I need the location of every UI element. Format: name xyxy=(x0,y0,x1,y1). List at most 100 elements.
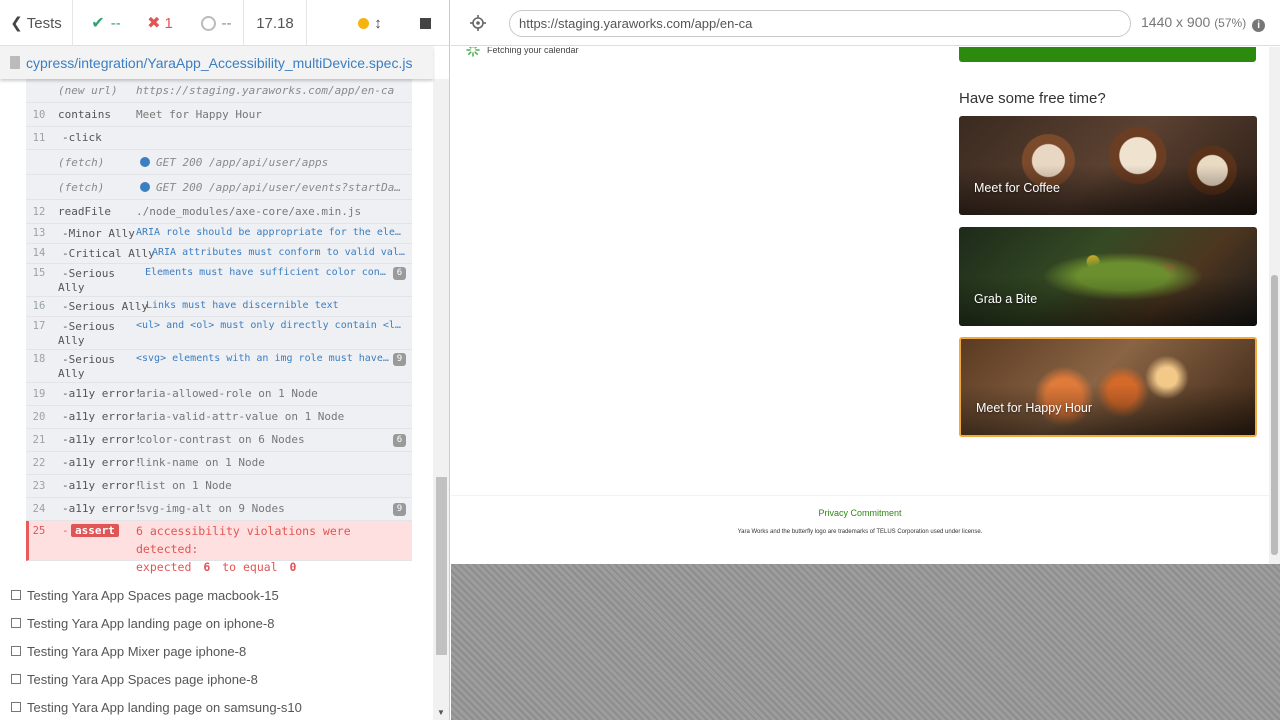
spec-path-label: cypress/integration/YaraApp_Accessibilit… xyxy=(26,54,413,71)
command-message-text: GET 200 /app/api/user/apps xyxy=(156,156,329,169)
test-item[interactable]: Testing Yara App landing page on iphone-… xyxy=(0,609,433,637)
command-row[interactable]: 22 -a11y error! link-name on 1 Node xyxy=(26,452,412,475)
test-checkbox-icon xyxy=(11,618,21,628)
command-number: 22 xyxy=(32,457,46,469)
command-number: 24 xyxy=(32,503,46,515)
meet-for-coffee-card[interactable]: Meet for Coffee xyxy=(959,116,1257,215)
command-number: 14 xyxy=(32,247,46,259)
card-label: Grab a Bite xyxy=(974,292,1038,306)
command-name: (fetch) xyxy=(58,181,105,194)
command-message: link-name on 1 Node xyxy=(139,456,265,469)
command-message: list on 1 Node xyxy=(139,479,232,492)
passed-count: -- xyxy=(110,14,121,32)
command-name: -a11y error! xyxy=(62,387,142,400)
duration-value: 17.18 xyxy=(256,14,294,32)
command-row[interactable]: 16 -Serious Ally Links must have discern… xyxy=(26,297,412,317)
scrollbar-thumb[interactable] xyxy=(436,477,447,655)
command-name: readFile xyxy=(58,205,111,218)
command-row[interactable]: 23 -a11y error! list on 1 Node xyxy=(26,475,412,498)
test-title: Testing Yara App Mixer page iphone-8 xyxy=(27,643,247,659)
test-checkbox-icon xyxy=(11,702,21,712)
stop-square-icon xyxy=(419,17,431,29)
trademark-text: Yara Works and the butterfly logo are tr… xyxy=(737,529,983,535)
meet-for-happy-hour-card[interactable]: Meet for Happy Hour xyxy=(959,337,1257,437)
back-to-tests-button[interactable]: ❮ Tests xyxy=(0,0,72,46)
command-row[interactable]: 17 -Serious Ally <ul> and <ol> must only… xyxy=(26,317,412,350)
x-icon: ✖ xyxy=(147,15,161,32)
command-name: (new url) xyxy=(58,84,118,97)
command-number: 11 xyxy=(32,132,46,144)
tests-list: Testing Yara App Spaces page macbook-15 … xyxy=(0,581,433,720)
command-name: -Serious Ally xyxy=(62,300,149,313)
count-badge: 6 xyxy=(393,434,406,447)
reporter-scrollbar[interactable]: ▼ xyxy=(433,79,449,720)
count-badge: 9 xyxy=(393,353,406,366)
grab-a-bite-card[interactable]: Grab a Bite xyxy=(959,227,1257,326)
command-number: 19 xyxy=(32,388,46,400)
command-number: 13 xyxy=(32,227,46,239)
command-row[interactable]: (fetch) GET 200 /app/api/user/apps xyxy=(26,150,412,175)
command-row[interactable]: 12 readFile ./node_modules/axe-core/axe.… xyxy=(26,200,412,224)
command-number: 20 xyxy=(32,411,46,423)
command-number: 12 xyxy=(32,206,46,218)
test-item[interactable]: Testing Yara App Spaces page iphone-8 xyxy=(0,665,433,693)
primary-action-button[interactable] xyxy=(959,47,1256,62)
command-row[interactable]: 19 -a11y error! aria-allowed-role on 1 N… xyxy=(26,383,412,406)
test-checkbox-icon xyxy=(11,646,21,656)
test-item[interactable]: Testing Yara App landing page on samsung… xyxy=(0,693,433,720)
command-log: (new url) https://staging.yaraworks.com/… xyxy=(26,79,412,574)
scroll-down-arrow-icon[interactable]: ▼ xyxy=(437,708,445,717)
test-item[interactable]: Testing Yara App Spaces page macbook-15 xyxy=(0,581,433,609)
command-name-cont: Ally xyxy=(58,367,85,380)
command-message: aria-valid-attr-value on 1 Node xyxy=(139,410,345,423)
command-message: Meet for Happy Hour xyxy=(136,108,262,121)
command-row[interactable]: (fetch) GET 200 /app/api/user/events?sta… xyxy=(26,175,412,200)
command-name: -Minor Ally xyxy=(62,227,135,240)
page-footer: Privacy Commitment Yara Works and the bu… xyxy=(451,495,1269,564)
command-row[interactable]: 10 contains Meet for Happy Hour xyxy=(26,103,412,127)
command-row[interactable]: 13 -Minor Ally ARIA role should be appro… xyxy=(26,224,412,244)
command-message: aria-allowed-role on 1 Node xyxy=(139,387,318,400)
command-name-cont: Ally xyxy=(58,334,85,347)
info-icon[interactable]: i xyxy=(1252,19,1266,32)
aut-empty-area xyxy=(451,564,1280,720)
command-message: ARIA attributes must conform to valid va… xyxy=(152,247,408,258)
privacy-link[interactable]: Privacy Commitment xyxy=(451,508,1269,518)
reporter-panel: ❮ Tests ✔ -- ✖ 1 -- 17.18 ↕ cypress/inte… xyxy=(0,0,450,720)
auto-scroll-toggle[interactable]: ↕ xyxy=(350,0,390,46)
passed-stat: ✔ -- xyxy=(76,0,136,46)
command-row[interactable]: 24 -a11y error! svg-img-alt on 9 Nodes 9 xyxy=(26,498,412,521)
fetch-dot-icon xyxy=(140,182,150,192)
command-name: (fetch) xyxy=(58,156,105,169)
pending-circle-icon xyxy=(200,15,216,31)
stop-button[interactable] xyxy=(408,0,442,46)
test-title: Testing Yara App Spaces page macbook-15 xyxy=(27,587,279,603)
command-message: <ul> and <ol> must only directly contain… xyxy=(136,320,406,331)
selector-playground-icon[interactable] xyxy=(470,15,486,31)
command-row[interactable]: 11 -click xyxy=(26,127,412,150)
command-message: ARIA role should be appropriate for the … xyxy=(136,227,406,238)
command-row[interactable]: 20 -a11y error! aria-valid-attr-value on… xyxy=(26,406,412,429)
spec-file-path[interactable]: cypress/integration/YaraApp_Accessibilit… xyxy=(0,46,433,79)
actual-value: 0 xyxy=(289,560,297,574)
test-item[interactable]: Testing Yara App Mixer page iphone-8 xyxy=(0,637,433,665)
aut-scrollbar-thumb[interactable] xyxy=(1271,275,1278,555)
command-name: -a11y error! xyxy=(62,433,142,446)
command-number: 18 xyxy=(32,353,46,365)
fetch-dot-icon xyxy=(140,157,150,167)
command-row[interactable]: 18 -Serious Ally <svg> elements with an … xyxy=(26,350,412,383)
failed-assert-row[interactable]: 25 - assert 6 accessibility violations w… xyxy=(26,521,412,574)
command-row[interactable]: (new url) https://staging.yaraworks.com/… xyxy=(26,79,412,103)
command-row[interactable]: 21 -a11y error! color-contrast on 6 Node… xyxy=(26,429,412,452)
command-row[interactable]: 14 -Critical Ally ARIA attributes must c… xyxy=(26,244,412,264)
aut-scrollbar[interactable] xyxy=(1269,47,1280,564)
url-field[interactable]: https://staging.yaraworks.com/app/en-ca xyxy=(509,10,1131,37)
chevron-left-icon: ❮ xyxy=(10,15,23,32)
card-label: Meet for Happy Hour xyxy=(976,401,1093,415)
command-message: GET 200 /app/api/user/events?startDa… xyxy=(140,181,406,194)
fetching-status: Fetching your calendar xyxy=(466,47,579,57)
zoom-level: (57%) xyxy=(1214,16,1247,30)
test-checkbox-icon xyxy=(11,674,21,684)
command-name: -click xyxy=(62,131,102,144)
command-row[interactable]: 15 -Serious Ally Elements must have suff… xyxy=(26,264,412,297)
